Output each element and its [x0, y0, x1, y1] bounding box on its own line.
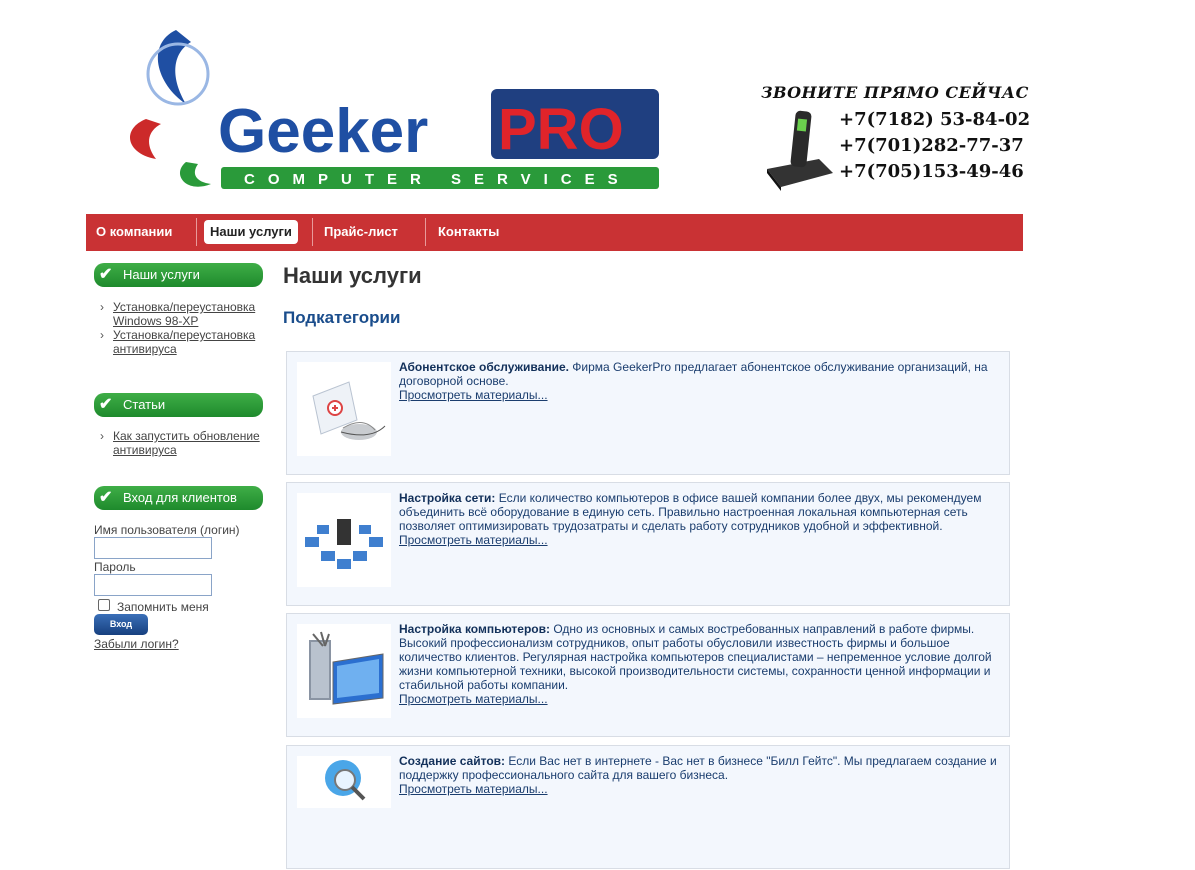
document-mouse-icon — [312, 381, 386, 440]
service-image[interactable] — [297, 362, 391, 456]
phone-number-1[interactable]: +7(7182) 53-84-02 — [839, 109, 1030, 130]
geekerpro-logo[interactable]: Geeker PRO COMPUTER SERVICES — [116, 24, 661, 196]
svg-text:Geeker: Geeker — [218, 97, 428, 166]
phone-icon — [767, 110, 833, 191]
nav-separator — [312, 218, 313, 246]
nav-item-about[interactable]: О компании — [90, 220, 178, 244]
svg-text:PRO: PRO — [498, 97, 624, 162]
username-label: Имя пользователя (логин) — [94, 523, 240, 537]
username-input[interactable] — [94, 537, 212, 559]
view-materials-link[interactable]: Просмотреть материалы... — [399, 533, 548, 547]
service-image[interactable] — [297, 624, 391, 718]
card-text: Настройка сети: Если количество компьюте… — [399, 491, 982, 547]
nav-item-pricelist[interactable]: Прайс-лист — [318, 220, 404, 244]
contact-block: ЗВОНИТЕ ПРЯМО СЕЙЧАС +7(7182) 53-84-02 +… — [761, 83, 1031, 193]
remember-checkbox[interactable] — [98, 599, 110, 611]
phone-number-2[interactable]: +7(701)282-77-37 — [839, 135, 1024, 156]
checkmark-icon: ✔ — [99, 489, 113, 506]
nav-item-contacts[interactable]: Контакты — [432, 220, 505, 244]
svg-text:COMPUTER SERVICES: COMPUTER SERVICES — [244, 171, 631, 188]
nav-separator — [196, 218, 197, 246]
view-materials-link[interactable]: Просмотреть материалы... — [399, 388, 548, 402]
page-title: Наши услуги — [283, 263, 422, 288]
service-image[interactable] — [297, 493, 391, 587]
chevron-right-icon: › — [100, 328, 104, 342]
category-card: Создание сайтов: Если Вас нет в интернет… — [286, 745, 1010, 869]
forgot-login-link[interactable]: Забыли логин? — [94, 637, 179, 651]
category-card: Настройка компьютеров: Одно из основных … — [286, 613, 1010, 737]
category-card: Абонентское обслуживание. Фирма GeekerPr… — [286, 351, 1010, 475]
view-materials-link[interactable]: Просмотреть материалы... — [399, 692, 548, 706]
login-heading: ✔ Вход для клиентов — [94, 486, 263, 510]
call-now-label: ЗВОНИТЕ ПРЯМО СЕЙЧАС — [761, 83, 1029, 102]
chevron-right-icon: › — [100, 300, 104, 314]
chevron-right-icon: › — [100, 429, 104, 443]
view-materials-link[interactable]: Просмотреть материалы... — [399, 782, 548, 796]
globe-magnifier-icon — [325, 760, 366, 801]
nav-item-services[interactable]: Наши услуги — [204, 220, 298, 244]
checkmark-icon: ✔ — [99, 266, 113, 283]
password-input[interactable] — [94, 574, 212, 596]
password-label: Пароль — [94, 560, 136, 574]
login-button[interactable]: Вход — [94, 614, 148, 635]
checkmark-icon: ✔ — [99, 396, 113, 413]
nav-separator — [425, 218, 426, 246]
articles-heading: ✔ Статьи — [94, 393, 263, 417]
main-nav: О компании Наши услуги Прайс-лист Контак… — [86, 214, 1023, 251]
services-heading: ✔ Наши услуги — [94, 263, 263, 287]
card-text: Абонентское обслуживание. Фирма GeekerPr… — [399, 360, 988, 402]
category-card: Настройка сети: Если количество компьюте… — [286, 482, 1010, 606]
remember-label: Запомнить меня — [117, 600, 209, 614]
computer-tools-icon — [309, 631, 384, 705]
network-icon — [305, 519, 383, 569]
service-image[interactable] — [297, 756, 391, 808]
subcategories-heading: Подкатегории — [283, 308, 401, 327]
card-text: Настройка компьютеров: Одно из основных … — [399, 622, 992, 706]
header: Geeker PRO COMPUTER SERVICES ЗВОНИТЕ ПРЯ… — [86, 0, 1030, 212]
phone-number-3[interactable]: +7(705)153-49-46 — [839, 161, 1024, 182]
card-text: Создание сайтов: Если Вас нет в интернет… — [399, 754, 997, 796]
